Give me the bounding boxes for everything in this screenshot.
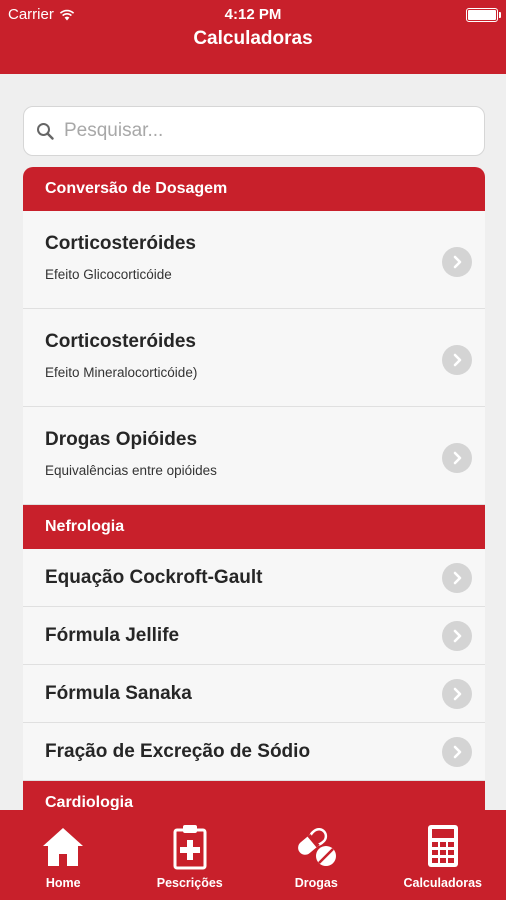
chevron-right-icon (442, 443, 472, 473)
list-item-jellife[interactable]: Fórmula Jellife (23, 607, 485, 665)
item-title: Drogas Opióides (45, 429, 198, 450)
item-title: Corticosteróides (45, 331, 196, 352)
chevron-right-icon (442, 345, 472, 375)
list-item-fracao-excrecao-sodio[interactable]: Fração de Excreção de Sódio (23, 723, 485, 781)
item-title: Fórmula Jellife (45, 625, 180, 646)
section-header-nefrologia: Nefrologia (23, 505, 485, 549)
item-title: Equação Cockroft-Gault (45, 567, 263, 588)
section-title: Cardiologia (45, 794, 134, 810)
home-icon (43, 828, 84, 866)
status-time: 4:12 PM (224, 6, 282, 23)
tab-label: Calculadoras (403, 876, 482, 890)
battery-icon (466, 8, 501, 22)
status-bar: Carrier 4:12 PM (0, 4, 506, 26)
search-input[interactable] (64, 120, 464, 142)
tab-prescricoes[interactable]: Pescrições (127, 810, 254, 900)
item-title: Fórmula Sanaka (45, 683, 192, 704)
tab-calculadoras[interactable]: Calculadoras (380, 810, 506, 900)
item-subtitle: Efeito Mineralocorticóide) (45, 365, 198, 380)
tab-bar: Home Pescrições Drogas Calculadoras (0, 810, 506, 900)
list-item-corticosteroides-mineralocorticoide[interactable]: Corticosteróides Efeito Mineralocorticói… (23, 309, 485, 407)
section-title: Nefrologia (45, 518, 125, 535)
tab-label: Home (45, 876, 81, 890)
chevron-right-icon (442, 247, 472, 277)
tab-label: Pescrições (156, 876, 223, 890)
list-item-drogas-opioides[interactable]: Drogas Opióides Equivalências entre opió… (23, 407, 485, 505)
section-header-conversao: Conversão de Dosagem (23, 167, 485, 211)
item-title: Corticosteróides (45, 233, 196, 254)
pills-icon (298, 827, 337, 866)
tab-label: Drogas (294, 876, 338, 890)
navigation-header: Carrier 4:12 PM Calculadoras (0, 0, 506, 74)
tab-home[interactable]: Home (0, 810, 127, 900)
item-subtitle: Equivalências entre opióides (45, 463, 217, 478)
list-item-corticosteroides-glicocorticoide[interactable]: Corticosteróides Efeito Glicocorticóide (23, 211, 485, 309)
section-header-cardiologia: Cardiologia (23, 781, 485, 810)
prescription-icon (173, 825, 207, 870)
chevron-right-icon (442, 737, 472, 767)
section-title: Conversão de Dosagem (45, 180, 228, 197)
chevron-right-icon (442, 563, 472, 593)
calculator-list[interactable]: Conversão de Dosagem Corticosteróides Ef… (23, 167, 485, 810)
item-title: Fração de Excreção de Sódio (45, 741, 311, 762)
search-icon (37, 123, 54, 140)
list-item-sanaka[interactable]: Fórmula Sanaka (23, 665, 485, 723)
search-bar[interactable] (23, 106, 485, 156)
calculator-icon (427, 825, 458, 867)
list-item-cockroft-gault[interactable]: Equação Cockroft-Gault (23, 549, 485, 607)
page-title: Calculadoras (193, 28, 313, 49)
item-subtitle: Efeito Glicocorticóide (45, 267, 172, 282)
chevron-right-icon (442, 621, 472, 651)
chevron-right-icon (442, 679, 472, 709)
tab-drogas[interactable]: Drogas (253, 810, 380, 900)
